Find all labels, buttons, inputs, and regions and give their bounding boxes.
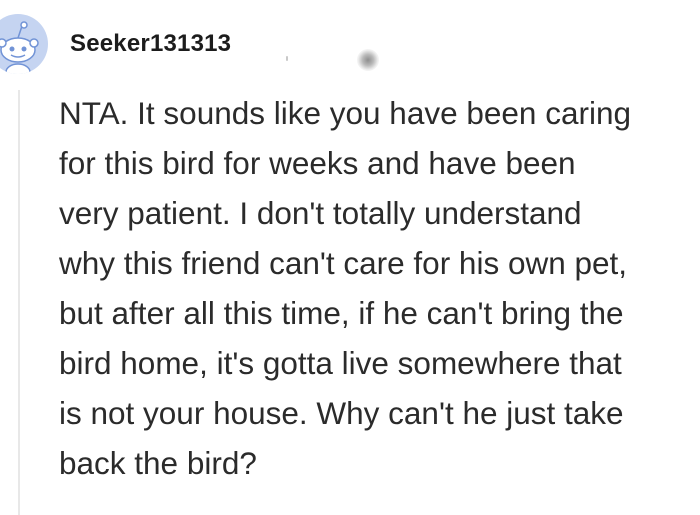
- comment-body: NTA. It sounds like you have been caring…: [59, 88, 699, 488]
- separator-dot: [286, 56, 288, 61]
- comment-body-line: for this bird for weeks and have been: [59, 145, 576, 181]
- comment-header: Seeker131313: [0, 14, 700, 74]
- comment-body-line: bird home, it's gotta live somewhere tha…: [59, 345, 622, 381]
- avatar[interactable]: [0, 14, 48, 74]
- comment-body-line: why this friend can't care for his own p…: [59, 245, 628, 281]
- comment: Seeker131313 NTA. It sounds like you hav…: [0, 0, 700, 515]
- comment-body-line: NTA. It sounds like you have been caring: [59, 95, 631, 131]
- comment-body-line: very patient. I don't totally understand: [59, 195, 582, 231]
- comment-body-line: but after all this time, if he can't bri…: [59, 295, 624, 331]
- thread-line[interactable]: [18, 90, 20, 515]
- redacted-blur-mark: [357, 49, 379, 71]
- reddit-snoo-avatar-icon: [0, 21, 39, 74]
- comment-body-line: back the bird?: [59, 445, 257, 481]
- comment-author-username[interactable]: Seeker131313: [70, 29, 231, 59]
- comment-body-line: is not your house. Why can't he just tak…: [59, 395, 624, 431]
